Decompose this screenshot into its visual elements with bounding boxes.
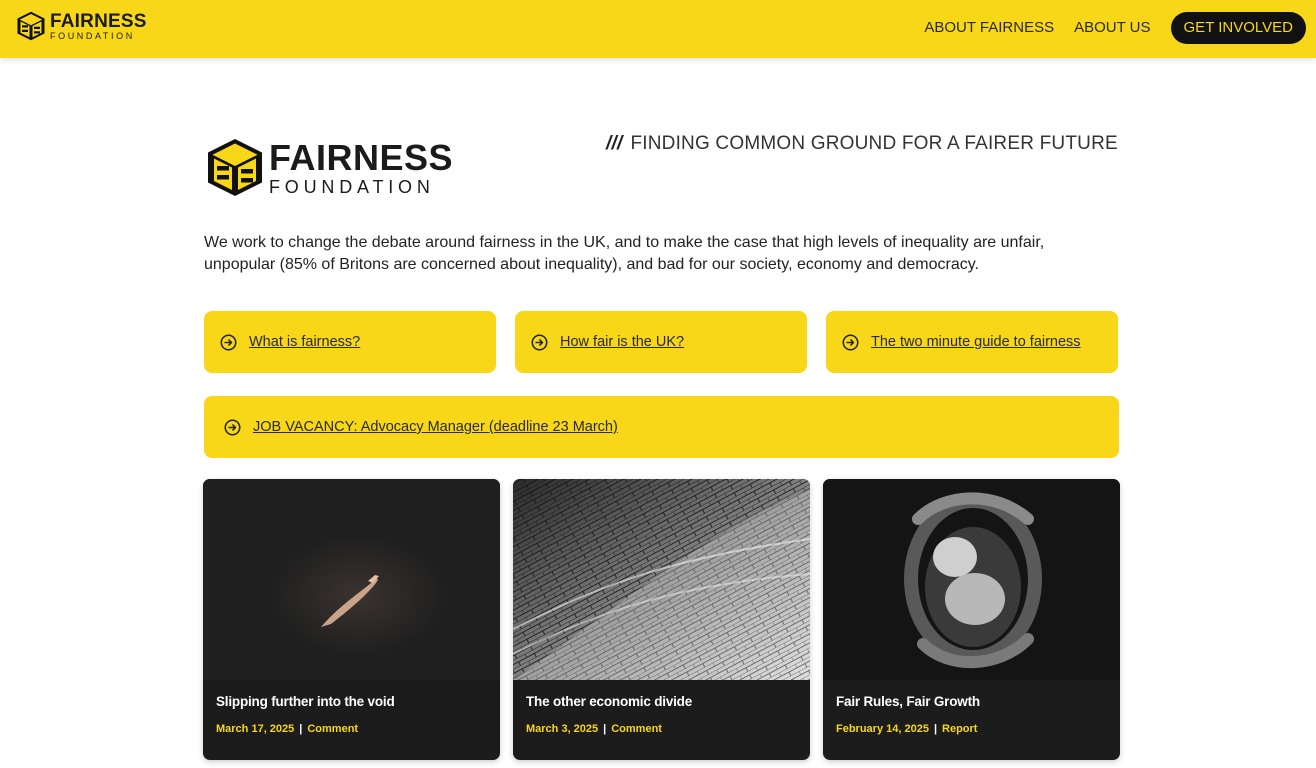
- arrow-circle-right-icon: [220, 334, 237, 350]
- post-category-link[interactable]: Comment: [307, 723, 358, 735]
- hero-logo-subname: FOUNDATION: [269, 176, 435, 197]
- fairness-cube-logo-icon: [208, 139, 262, 196]
- header-logo-name: FAIRNESS: [50, 10, 147, 32]
- tagline-text: FINDING COMMON GROUND FOR A FAIRER FUTUR…: [630, 133, 1118, 154]
- post-card[interactable]: The other economic divide March 3, 2025 |…: [513, 479, 810, 760]
- header-logo-subname: FOUNDATION: [50, 30, 135, 41]
- get-involved-button[interactable]: GET INVOLVED: [1170, 12, 1306, 44]
- header-logo[interactable]: FAIRNESS FOUNDATION: [16, 10, 147, 42]
- intro-paragraph: We work to change the debate around fair…: [204, 234, 1045, 273]
- nav-about-fairness[interactable]: ABOUT FAIRNESS: [924, 12, 1054, 44]
- link-how-fair-is-uk[interactable]: How fair is the UK?: [515, 311, 807, 373]
- post-date: February 14, 2025: [836, 723, 929, 735]
- nav-about-us[interactable]: ABOUT US: [1074, 12, 1150, 44]
- post-meta: February 14, 2025 | Report: [836, 723, 978, 735]
- arrow-circle-right-icon: [224, 419, 241, 435]
- link-label: The two minute guide to fairness: [871, 334, 1081, 350]
- link-label: JOB VACANCY: Advocacy Manager (deadline …: [253, 419, 618, 435]
- link-label: What is fairness?: [249, 334, 361, 350]
- tagline: /// FINDING COMMON GROUND FOR A FAIRER FU…: [606, 133, 1118, 155]
- hero-logo-name: FAIRNESS: [269, 136, 454, 178]
- post-category-link[interactable]: Report: [942, 723, 977, 735]
- arrow-circle-right-icon: [531, 334, 548, 350]
- hero-wordmark: FAIRNESS FOUNDATION: [269, 136, 454, 197]
- hand-reaching-in-dark-image: [203, 479, 500, 680]
- link-two-minute-guide[interactable]: The two minute guide to fairness: [826, 311, 1118, 373]
- link-job-vacancy[interactable]: JOB VACANCY: Advocacy Manager (deadline …: [204, 396, 1119, 458]
- post-card[interactable]: Slipping further into the void March 17,…: [203, 479, 500, 760]
- header-wordmark: FAIRNESS FOUNDATION: [50, 12, 147, 41]
- tagline-slashes: ///: [606, 133, 623, 154]
- post-title[interactable]: Slipping further into the void: [216, 694, 395, 709]
- post-title[interactable]: Fair Rules, Fair Growth: [836, 694, 980, 709]
- main-nav: ABOUT FAIRNESS ABOUT US GET INVOLVED: [924, 12, 1306, 44]
- post-date: March 17, 2025: [216, 723, 295, 735]
- site-header: FAIRNESS FOUNDATION ABOUT FAIRNESS ABOUT…: [0, 0, 1316, 58]
- arrow-circle-right-icon: [842, 334, 859, 350]
- post-date: March 3, 2025: [526, 723, 599, 735]
- post-title[interactable]: The other economic divide: [526, 694, 692, 709]
- fairness-cube-logo-icon: [17, 11, 45, 41]
- post-card[interactable]: Fair Rules, Fair Growth February 14, 202…: [823, 479, 1120, 760]
- post-meta: March 3, 2025 | Comment: [526, 723, 662, 735]
- curved-brick-wall-image: [513, 479, 810, 680]
- post-category-link[interactable]: Comment: [611, 723, 662, 735]
- hero-logo: FAIRNESS FOUNDATION: [205, 136, 453, 199]
- link-label: How fair is the UK?: [560, 334, 685, 350]
- link-what-is-fairness[interactable]: What is fairness?: [204, 311, 496, 373]
- post-meta: March 17, 2025 | Comment: [216, 723, 359, 735]
- hands-holding-baby-image: [823, 479, 1120, 680]
